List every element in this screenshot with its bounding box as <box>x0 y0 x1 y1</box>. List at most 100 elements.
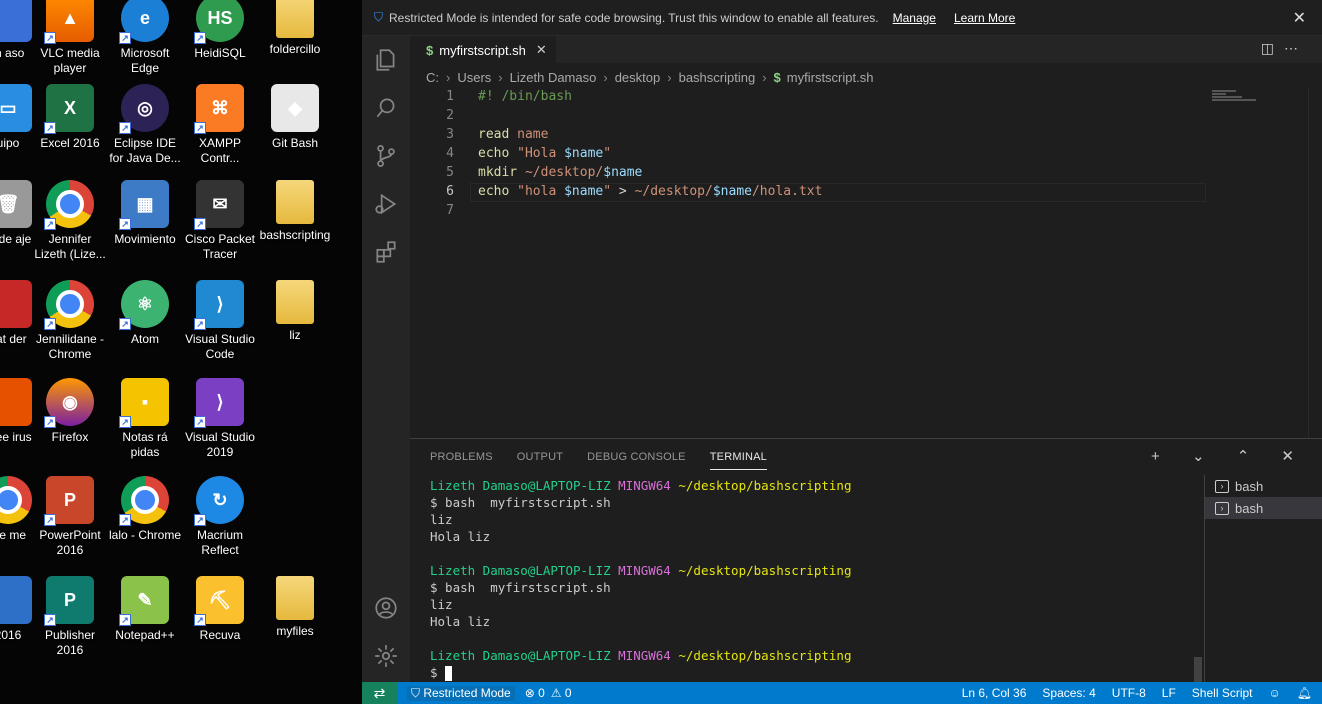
breadcrumb-item[interactable]: desktop <box>615 70 661 85</box>
desktop-icon[interactable]: myfiles <box>257 576 333 672</box>
feedback-icon[interactable]: ☺ <box>1269 686 1281 700</box>
panel-tab-terminal[interactable]: TERMINAL <box>709 445 767 470</box>
remote-indicator-icon[interactable]: ⇄ <box>362 682 397 704</box>
account-icon[interactable] <box>362 584 410 632</box>
code-token: > <box>611 184 635 199</box>
desktop-icon[interactable]: ✉ ↗ Cisco Packet Tracer <box>182 180 258 276</box>
desktop-icon[interactable]: X ↗ Excel 2016 <box>32 84 108 180</box>
desktop-icon[interactable]: ▪ ↗ Notas rá pidas <box>107 378 183 474</box>
desktop-icon[interactable]: ✎ ↗ Notepad++ <box>107 576 183 672</box>
source-control-icon[interactable] <box>362 132 410 180</box>
learn-more-link[interactable]: Learn More <box>954 11 1015 25</box>
shortcut-arrow-icon: ↗ <box>194 218 206 230</box>
shortcut-arrow-icon: ↗ <box>44 416 56 428</box>
desktop-icon[interactable]: bashscripting <box>257 180 333 276</box>
settings-gear-icon[interactable] <box>362 632 410 680</box>
desktop-icon[interactable]: ↗ Jennilidane - Chrome <box>32 280 108 376</box>
panel-tab-output[interactable]: OUTPUT <box>517 445 563 469</box>
chevron-right-icon: › <box>667 69 672 85</box>
code-line[interactable]: echo "Hola $name" <box>478 146 611 161</box>
manage-link[interactable]: Manage <box>893 11 936 25</box>
prompt-user: Lizeth Damaso@LAPTOP-LIZ <box>430 648 611 663</box>
breadcrumb-item[interactable]: myfirstscript.sh <box>787 70 874 85</box>
desktop-icon[interactable]: P ↗ Publisher 2016 <box>32 576 108 672</box>
chevron-right-icon: › <box>498 69 503 85</box>
terminal-session-item[interactable]: › bash <box>1205 497 1322 519</box>
desktop-icon[interactable]: ◉ ↗ Firefox <box>32 378 108 474</box>
desktop-icon[interactable]: ⌘ ↗ XAMPP Contr... <box>182 84 258 180</box>
chevron-right-icon: › <box>603 69 608 85</box>
desktop-icon[interactable]: ⟩ ↗ Visual Studio 2019 <box>182 378 258 474</box>
end-of-line[interactable]: LF <box>1162 686 1176 700</box>
desktop-icon-label: Atom <box>130 332 159 346</box>
terminal-scrollbar[interactable] <box>1194 657 1202 683</box>
desktop-icon[interactable]: liz <box>257 280 333 376</box>
desktop-icon[interactable]: ⟩ ↗ Visual Studio Code <box>182 280 258 376</box>
breadcrumb-item[interactable]: Lizeth Damaso <box>510 70 597 85</box>
errors-status[interactable]: ⊗ 0 <box>525 686 545 700</box>
prompt-path: ~/desktop/bashscripting <box>678 478 852 493</box>
editor-scrollbar[interactable] <box>1308 88 1322 438</box>
restricted-mode-status[interactable]: ⛉ Restricted Mode <box>407 685 515 701</box>
app-icon: ↗ <box>119 476 169 526</box>
code-line[interactable]: echo "hola $name" > ~/desktop/$name/hola… <box>478 184 822 199</box>
breadcrumb-item[interactable]: Users <box>457 70 491 85</box>
code-token: echo <box>478 184 518 199</box>
split-editor-icon[interactable]: ◫ <box>1261 40 1284 56</box>
close-banner-icon[interactable]: ✕ <box>1293 8 1306 28</box>
desktop-icon[interactable]: HS ↗ HeidiSQL <box>182 0 258 90</box>
terminal-icon: › <box>1215 501 1229 515</box>
close-tab-icon[interactable]: ✕ <box>536 42 547 58</box>
notifications-bell-icon[interactable]: 🔔︎ <box>1297 686 1312 700</box>
desktop-icon[interactable]: ▲ ↗ VLC media player <box>32 0 108 90</box>
desktop-icon[interactable]: ↗ Jennifer Lizeth (Lize... <box>32 180 108 276</box>
desktop-icon[interactable]: ↗ lalo - Chrome <box>107 476 183 572</box>
desktop-icon[interactable]: ⚛ ↗ Atom <box>107 280 183 376</box>
tab-myfirstscript[interactable]: $ myfirstscript.sh ✕ <box>410 36 556 63</box>
breadcrumb-item[interactable]: C: <box>426 70 439 85</box>
breadcrumb-item[interactable]: bashscripting <box>679 70 756 85</box>
more-actions-icon[interactable]: ⋯ <box>1284 40 1308 56</box>
desktop-icon[interactable]: P ↗ PowerPoint 2016 <box>32 476 108 572</box>
code-line[interactable]: read name <box>478 127 548 142</box>
shortcut-arrow-icon: ↗ <box>44 318 56 330</box>
cursor-position[interactable]: Ln 6, Col 36 <box>962 686 1027 700</box>
desktop-icon-label: Jennilidane - Chrome <box>35 332 105 361</box>
desktop-icon[interactable]: ◎ ↗ Eclipse IDE for Java De... <box>107 84 183 180</box>
desktop: ↗th aso▲↗VLC media playere↗Microsoft Edg… <box>0 0 362 704</box>
line-number: 3 <box>446 127 454 142</box>
panel-tab-debug-console[interactable]: DEBUG CONSOLE <box>587 445 686 469</box>
run-debug-icon[interactable] <box>362 180 410 228</box>
vscode-window: ⛉ Restricted Mode is intended for safe c… <box>362 0 1322 704</box>
explorer-icon[interactable] <box>362 36 410 84</box>
restricted-mode-label: Restricted Mode <box>423 685 511 700</box>
desktop-icon[interactable]: e ↗ Microsoft Edge <box>107 0 183 90</box>
indentation[interactable]: Spaces: 4 <box>1042 686 1095 700</box>
desktop-icon[interactable]: ◆ Git Bash <box>257 84 333 180</box>
desktop-icon[interactable]: ↻ ↗ Macrium Reflect <box>182 476 258 572</box>
desktop-icon[interactable]: foldercillo <box>257 0 333 90</box>
language-mode[interactable]: Shell Script <box>1192 686 1253 700</box>
terminal-prompt-symbol: $ <box>430 665 446 680</box>
code-line[interactable]: mkdir ~/desktop/$name <box>478 165 642 180</box>
editor-tabs: $ myfirstscript.sh ✕ ◫⋯ <box>410 36 1322 63</box>
code-editor[interactable]: 1 #! /bin/bash 2 3 read name 4 echo "Hola $nam… <box>410 88 1322 438</box>
extensions-icon[interactable] <box>362 228 410 276</box>
terminal-session-item[interactable]: › bash <box>1205 475 1322 497</box>
terminal-output[interactable]: Lizeth Damaso@LAPTOP-LIZ MINGW64 ~/deskt… <box>430 477 851 681</box>
app-icon: ⟩ ↗ <box>194 280 244 330</box>
search-icon[interactable] <box>362 84 410 132</box>
code-line[interactable]: #! /bin/bash <box>478 89 572 104</box>
encoding[interactable]: UTF-8 <box>1112 686 1146 700</box>
minimap[interactable] <box>1212 90 1262 104</box>
panel-tab-problems[interactable]: PROBLEMS <box>430 445 493 469</box>
warnings-status[interactable]: ⚠ 0 <box>551 686 572 700</box>
desktop-icon[interactable]: ▦ ↗ Movimiento <box>107 180 183 276</box>
panel-actions[interactable]: + ⌄ ⌃ ✕ <box>1151 447 1308 465</box>
shortcut-arrow-icon: ↗ <box>194 122 206 134</box>
desktop-icon-label: Jennifer Lizeth (Lize... <box>34 232 106 261</box>
app-icon: ⟩ ↗ <box>194 378 244 428</box>
shortcut-arrow-icon: ↗ <box>119 318 131 330</box>
shield-icon: ⛉ <box>374 10 384 24</box>
desktop-icon[interactable]: ⛏ ↗ Recuva <box>182 576 258 672</box>
